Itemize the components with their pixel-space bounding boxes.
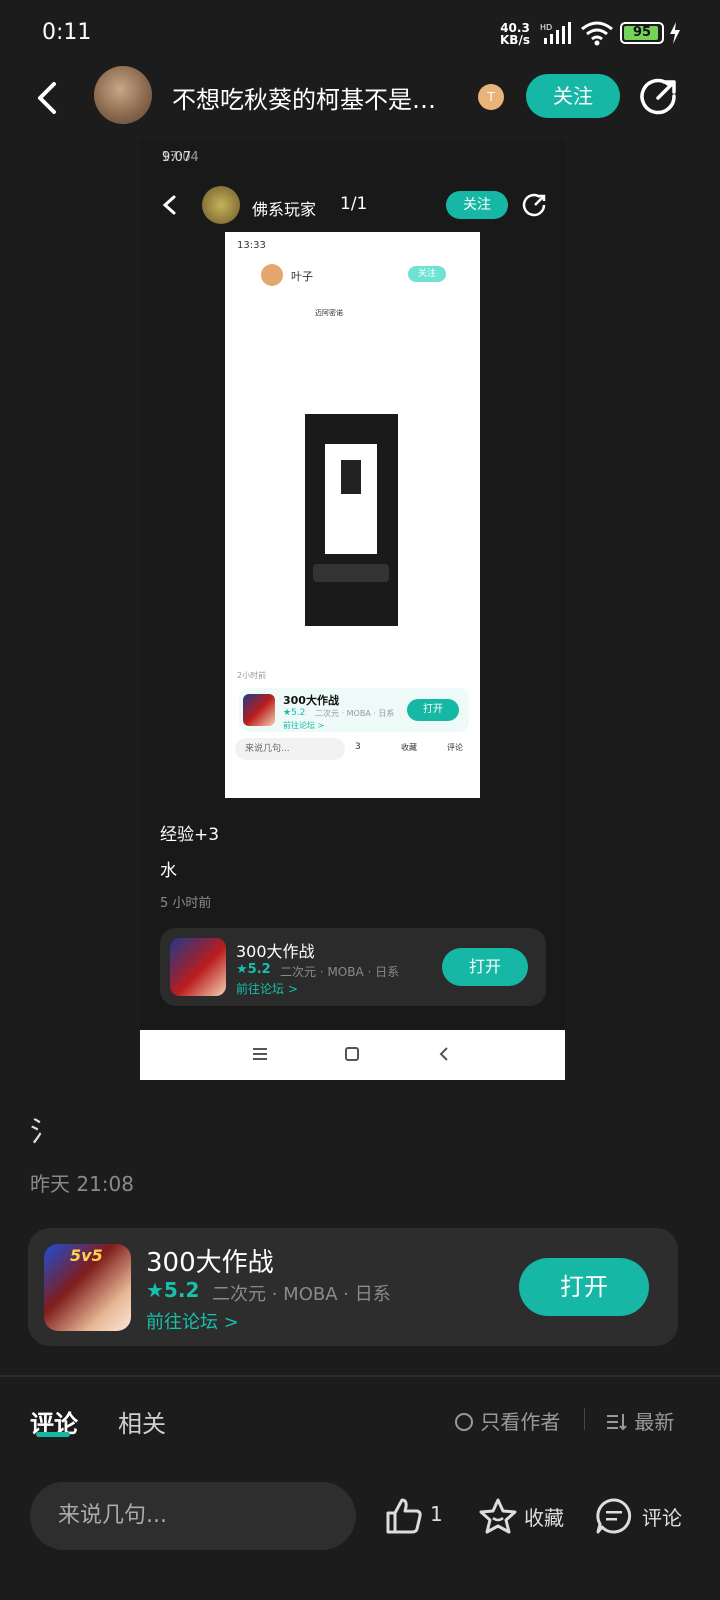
shot-back-icon [162,195,176,215]
shot-menu-icon [253,1048,267,1060]
shot-game-icon [170,938,226,996]
favorite-label[interactable]: 收藏 [524,1502,564,1531]
only-author-label: 只看作者 [480,1410,561,1434]
game-tags: 二次元 · MOBA · 日系 [212,1284,391,1305]
shot-forum: 前往论坛 > [236,982,298,996]
open-game-button[interactable]: 打开 [519,1258,649,1316]
tab-related[interactable]: 相关 [118,1404,166,1439]
like-icon[interactable] [384,1496,424,1536]
charging-icon [670,22,680,44]
newest-label: 最新 [634,1410,675,1434]
comment-label[interactable]: 评论 [642,1502,682,1531]
tab-active-indicator [36,1432,70,1437]
status-time: 0:11 [42,20,92,45]
sort-newest[interactable]: 最新 [606,1406,674,1435]
shot-back-nav-icon [439,1047,448,1061]
forum-link[interactable]: 前往论坛 > [146,1308,239,1334]
nested-open: 打开 [407,699,459,721]
game-name[interactable]: 300大作战 [146,1242,274,1279]
nested-comment: 评论 [447,743,463,752]
shot-header-name: 佛系玩家 [252,200,317,219]
nested-game-card: 300大作战 ★5.2 二次元 · MOBA · 日系 前往论坛 > 打开 [239,688,469,732]
nested-time: 13:33 [237,240,266,251]
section-divider [0,1375,720,1377]
signal-icon: HD [540,22,571,44]
nested-forum: 前往论坛 > [283,721,325,730]
nested-follow: 关注 [408,266,446,282]
deep-card [313,564,389,582]
nested-fav: 收藏 [401,743,417,752]
shot-header-count: 1/1 [340,194,368,214]
radio-circle-icon [455,1413,473,1431]
deep-inner [341,460,361,494]
shot-post-line2: 水 [160,861,177,881]
nested-game-name: 300大作战 [283,694,339,707]
shot-avatar [202,186,240,224]
post-image[interactable]: 9:07 17:04 佛系玩家 1/1 关注 13:33 叶子 关注 迈阿密诺 … [140,140,565,1080]
nested-screenshot: 13:33 叶子 关注 迈阿密诺 2小时前 300大作战 ★5.2 二次元 · … [225,232,480,798]
nested-deep-screenshot [305,414,398,626]
wifi-icon [581,21,613,46]
shot-post-line1: 经验+3 [160,825,220,845]
nested-time-ago: 2小时前 [237,671,267,680]
avatar[interactable] [94,66,152,124]
game-icon[interactable]: 5v5 [44,1244,131,1331]
shot-follow-button: 关注 [446,191,508,219]
nested-game-icon [243,694,275,726]
comment-input[interactable]: 来说几句... [30,1482,356,1550]
post-time: 昨天 21:08 [30,1172,134,1196]
shot-share-icon [522,193,546,217]
like-count: 1 [430,1502,443,1526]
nested-tags: 二次元 · MOBA · 日系 [315,709,395,718]
shot-nav-bar [140,1030,565,1080]
game-rating: ★5.2 [146,1278,200,1302]
level-badge: T [478,84,504,110]
shot-game-name: 300大作战 [236,942,315,961]
star-icon[interactable] [478,1496,518,1536]
nested-name: 叶子 [291,270,313,283]
shot-tags: 二次元 · MOBA · 日系 [280,965,400,979]
comment-icon[interactable] [594,1496,634,1536]
net-speed-unit: KB/s [500,33,530,47]
shot-open-button: 打开 [442,948,528,986]
game-icon-label: 5v5 [70,1246,103,1265]
shot-header: 佛系玩家 1/1 关注 [140,184,565,228]
tab-separator [584,1408,585,1430]
shot-home-icon [345,1047,359,1061]
nested-comment-input: 来说几句... [235,738,345,760]
author-name[interactable]: 不想吃秋葵的柯基不是… [172,80,462,115]
shot-post-time: 5 小时前 [160,896,212,911]
net-tag: HD [540,23,552,32]
net-speed: 40.3 KB/s [500,22,530,46]
nested-likes: 3 [355,742,361,752]
share-icon[interactable] [638,76,680,118]
shot-game-card: 300大作战 ★5.2 二次元 · MOBA · 日系 前往论坛 > 打开 [160,928,546,1006]
nested-avatar [261,264,283,286]
battery-icon: 95 [620,22,664,44]
back-icon[interactable] [30,78,66,118]
only-author-toggle[interactable]: 只看作者 [454,1406,560,1435]
post-body: 氵 [30,1115,59,1148]
battery-level: 95 [632,25,652,40]
shot-rating: ★5.2 [236,962,271,977]
nested-small-name: 迈阿密诺 [315,309,343,317]
nested-rating: ★5.2 [283,708,306,718]
follow-button[interactable]: 关注 [526,74,620,118]
shot-status-time: 9:07 17:04 [161,150,199,165]
shot-status-time-2: 17:04 [161,150,199,165]
sort-icon [607,1414,627,1431]
